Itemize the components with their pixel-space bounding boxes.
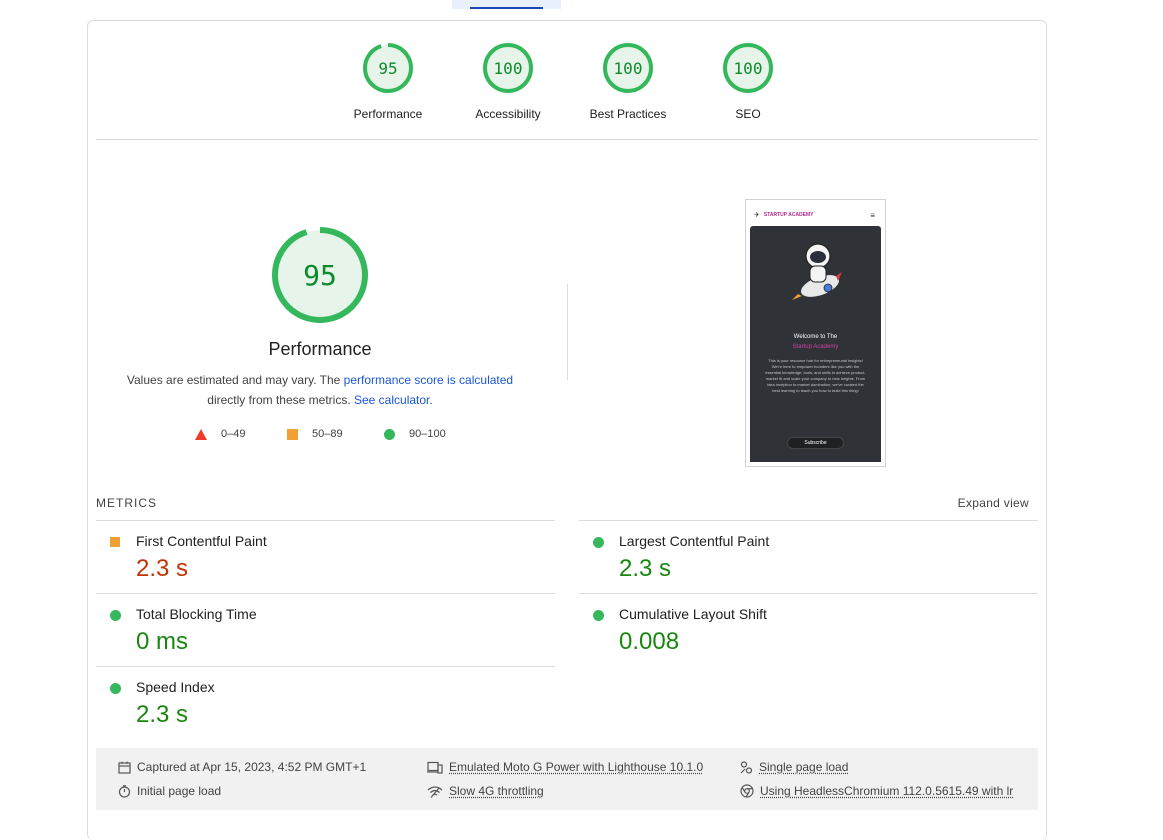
metric-title: First Contentful Paint	[136, 533, 267, 549]
devices-icon	[427, 761, 443, 774]
env-captured-text: Captured at Apr 15, 2023, 4:52 PM GMT+1	[137, 760, 367, 774]
legend-fail: 0–49	[195, 428, 245, 440]
gauge-ring-icon: 100	[723, 43, 773, 93]
wifi-icon	[427, 785, 443, 798]
gauge-seo[interactable]: 100 SEO	[693, 43, 803, 121]
screenshot-welcome: Welcome to The	[793, 334, 838, 340]
env-device-text: Emulated Moto G Power with Lighthouse 10…	[449, 760, 704, 774]
gauge-ring-icon: 100	[483, 43, 533, 93]
env-browser-text: Using HeadlessChromium 112.0.5615.49 wit…	[760, 784, 1014, 798]
screenshot-logo-text: STARTUP ACADEMY	[763, 212, 814, 218]
active-tab-underline	[470, 7, 543, 9]
screenshot-header: ✈ STARTUP ACADEMY ≡	[750, 204, 881, 226]
score-legend: 0–49 50–89 90–100	[195, 428, 495, 444]
env-throttling-text: Slow 4G throttling	[449, 784, 544, 798]
metric-value: 2.3 s	[136, 555, 189, 582]
performance-score: 95	[303, 259, 337, 292]
gauge-score: 100	[734, 59, 763, 78]
screenshot-brand: Startup Academy	[792, 344, 839, 350]
stopwatch-icon	[118, 784, 131, 798]
screenshot-hero: Welcome to The Startup Academy This is y…	[750, 226, 881, 462]
metric-value: 0.008	[619, 628, 680, 655]
runtime-settings: Captured at Apr 15, 2023, 4:52 PM GMT+1 …	[96, 748, 1038, 810]
final-screenshot[interactable]: ✈ STARTUP ACADEMY ≡ Welcome to The Start…	[745, 199, 886, 467]
triangle-icon	[195, 428, 207, 440]
score-calculated-link[interactable]: performance score is calculated	[344, 373, 513, 387]
single-load-icon	[740, 760, 753, 774]
square-icon	[287, 428, 298, 440]
category-gauges: 95 Performance 100 Accessibility 100 Bes…	[88, 43, 1048, 143]
desc-text: Values are estimated and may vary. The	[126, 373, 344, 387]
env-initial: Initial page load	[118, 784, 221, 798]
gauge-accessibility[interactable]: 100 Accessibility	[453, 43, 563, 121]
desc-text-2: directly from these metrics.	[207, 393, 351, 407]
metric-first-contentful-paint: First Contentful Paint 2.3 s	[96, 520, 555, 593]
pass-circle-icon	[593, 537, 604, 548]
expand-view-toggle[interactable]: Expand view	[958, 496, 1029, 510]
legend-pass-label: 90–100	[409, 428, 446, 440]
metric-value: 2.3 s	[619, 555, 672, 582]
metric-cumulative-layout-shift: Cumulative Layout Shift 0.008	[579, 593, 1038, 666]
env-throttling[interactable]: Slow 4G throttling	[427, 784, 544, 798]
vertical-divider	[567, 284, 568, 380]
metric-speed-index: Speed Index 2.3 s	[96, 666, 555, 739]
performance-title: Performance	[268, 339, 372, 359]
gauge-score: 95	[378, 59, 397, 78]
performance-gauge: 95	[272, 227, 368, 323]
gauge-performance[interactable]: 95 Performance	[333, 43, 443, 121]
pass-circle-icon	[110, 683, 121, 694]
performance-description: Values are estimated and may vary. The p…	[108, 370, 532, 410]
gauge-label: Accessibility	[475, 107, 541, 121]
legend-average-label: 50–89	[312, 428, 343, 440]
gauge-score: 100	[494, 59, 523, 78]
legend-fail-label: 0–49	[221, 428, 246, 440]
screenshot-content: ✈ STARTUP ACADEMY ≡ Welcome to The Start…	[750, 204, 881, 462]
env-load[interactable]: Single page load	[740, 760, 848, 774]
see-calculator-link[interactable]: See calculator.	[354, 393, 433, 407]
screenshot-subscribe-button: Subscribe	[787, 437, 844, 449]
lighthouse-report-card: 95 Performance 100 Accessibility 100 Bes…	[87, 20, 1047, 840]
legend-pass: 90–100	[384, 428, 446, 440]
metric-value: 0 ms	[136, 628, 189, 655]
metric-value: 2.3 s	[136, 701, 189, 728]
metric-title: Total Blocking Time	[136, 606, 257, 622]
gauge-ring-icon: 95	[363, 43, 413, 93]
pass-circle-icon	[593, 610, 604, 621]
calendar-icon	[118, 761, 131, 774]
metrics-heading: METRICS	[96, 496, 157, 510]
gauge-best-practices[interactable]: 100 Best Practices	[573, 43, 683, 121]
circle-icon	[384, 428, 395, 440]
env-initial-text: Initial page load	[137, 784, 222, 798]
gauge-label: Performance	[353, 107, 423, 121]
gauge-label: SEO	[735, 107, 761, 121]
metric-largest-contentful-paint: Largest Contentful Paint 2.3 s	[579, 520, 1038, 593]
metric-title: Largest Contentful Paint	[619, 533, 770, 549]
astronaut-illustration	[792, 243, 842, 300]
chrome-icon	[740, 784, 754, 798]
active-tab-indicator[interactable]	[452, 0, 561, 9]
gauge-score: 100	[614, 59, 643, 78]
env-load-text: Single page load	[759, 760, 849, 774]
gauge-ring-icon: 100	[603, 43, 653, 93]
metric-title: Cumulative Layout Shift	[619, 606, 767, 622]
env-browser[interactable]: Using HeadlessChromium 112.0.5615.49 wit…	[740, 784, 1013, 798]
metric-total-blocking-time: Total Blocking Time 0 ms	[96, 593, 555, 666]
divider	[96, 139, 1038, 140]
env-captured: Captured at Apr 15, 2023, 4:52 PM GMT+1	[118, 760, 366, 774]
screenshot-body: This is your resource hub for entreprene…	[765, 358, 866, 393]
pass-circle-icon	[110, 610, 121, 621]
legend-average: 50–89	[287, 428, 343, 440]
average-square-icon	[110, 537, 120, 547]
metric-title: Speed Index	[136, 679, 215, 695]
gauge-label: Best Practices	[589, 107, 667, 121]
hamburger-icon: ≡	[870, 211, 875, 220]
env-device[interactable]: Emulated Moto G Power with Lighthouse 10…	[427, 760, 703, 774]
rocket-logo-icon: ✈	[754, 212, 760, 219]
